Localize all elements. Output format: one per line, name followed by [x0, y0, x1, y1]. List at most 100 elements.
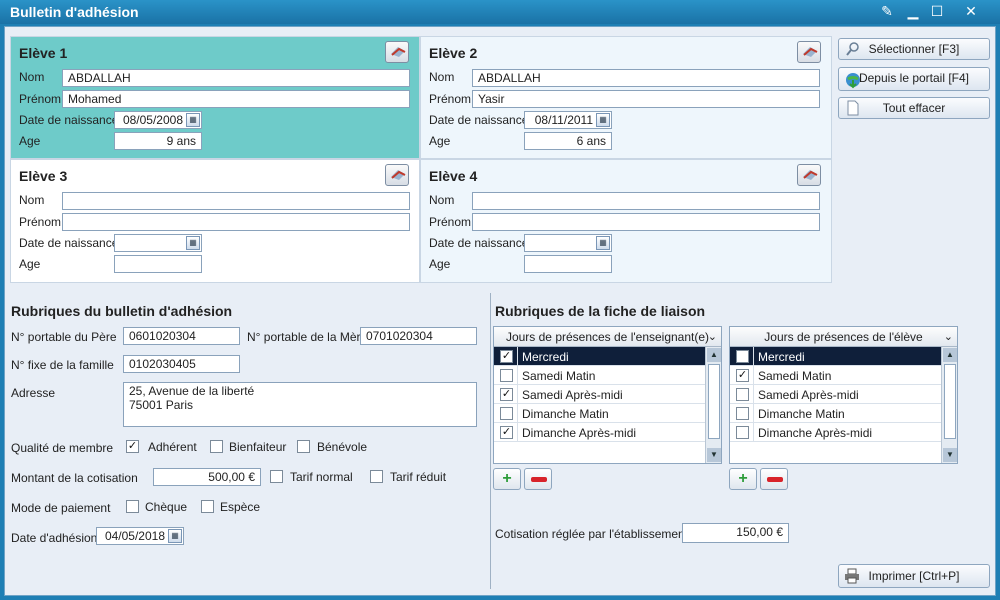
row-check-cell[interactable] — [730, 404, 754, 423]
minimize-button[interactable]: ▁ — [902, 2, 924, 20]
fixe-phone-field[interactable]: 0102030405 — [123, 355, 240, 373]
tarif-normal-checkbox[interactable] — [270, 470, 283, 483]
scroll-down-icon[interactable]: ▼ — [707, 448, 721, 462]
chevron-double-down-icon[interactable]: ⌄ — [944, 327, 953, 347]
day-checkbox[interactable]: ✓ — [500, 350, 513, 363]
tarif-reduit-checkbox[interactable] — [370, 470, 383, 483]
list-item[interactable]: Samedi Après-midi — [730, 385, 943, 404]
dob-field[interactable]: ▦ — [114, 234, 202, 252]
prenom-field[interactable]: Mohamed — [62, 90, 410, 108]
remove-teacher-day-button[interactable] — [524, 468, 552, 490]
row-check-cell[interactable] — [730, 385, 754, 404]
day-checkbox[interactable] — [736, 407, 749, 420]
calendar-icon[interactable]: ▦ — [186, 113, 200, 127]
prenom-field[interactable] — [62, 213, 410, 231]
nom-field[interactable]: ABDALLAH — [472, 69, 820, 87]
photo-button[interactable] — [385, 41, 409, 63]
dob-field[interactable]: 08/05/2008 ▦ — [114, 111, 202, 129]
adresse-field[interactable]: 25, Avenue de la liberté 75001 Paris — [123, 382, 477, 427]
scroll-up-icon[interactable]: ▲ — [943, 348, 957, 362]
add-teacher-day-button[interactable]: + — [493, 468, 521, 490]
row-check-cell[interactable]: ✓ — [730, 366, 754, 385]
student-card-4[interactable]: Elève 4 Nom Prénom Date de naissance ▦ A… — [420, 159, 832, 283]
add-student-day-button[interactable]: + — [729, 468, 757, 490]
day-checkbox[interactable] — [736, 350, 749, 363]
mere-phone-field[interactable]: 0701020304 — [360, 327, 477, 345]
scroll-up-icon[interactable]: ▲ — [707, 348, 721, 362]
day-checkbox[interactable]: ✓ — [500, 388, 513, 401]
bienfaiteur-checkbox[interactable] — [210, 440, 223, 453]
portal-button[interactable]: Depuis le portail [F4] — [838, 67, 990, 91]
dob-field[interactable]: ▦ — [524, 234, 612, 252]
select-button[interactable]: Sélectionner [F3] — [838, 38, 990, 60]
scroll-thumb[interactable] — [708, 364, 720, 439]
espece-checkbox[interactable] — [201, 500, 214, 513]
row-check-cell[interactable] — [494, 404, 518, 423]
row-check-cell[interactable] — [730, 423, 754, 442]
cheque-checkbox[interactable] — [126, 500, 139, 513]
window-title: Bulletin d'adhésion — [10, 4, 139, 20]
list-item[interactable]: ✓ Mercredi — [494, 347, 707, 366]
dob-field[interactable]: 08/11/2011 ▦ — [524, 111, 612, 129]
list-item[interactable]: Dimanche Après-midi — [730, 423, 943, 442]
photo-button[interactable] — [797, 164, 821, 186]
nom-field[interactable]: ABDALLAH — [62, 69, 410, 87]
remove-student-day-button[interactable] — [760, 468, 788, 490]
prenom-field[interactable] — [472, 213, 820, 231]
list-item[interactable]: ✓ Dimanche Après-midi — [494, 423, 707, 442]
pere-phone-field[interactable]: 0601020304 — [123, 327, 240, 345]
calendar-icon[interactable]: ▦ — [596, 236, 610, 250]
list-item[interactable]: Mercredi — [730, 347, 943, 366]
student-days-grid[interactable]: Jours de présences de l'élève ⌄ Mercredi ✓… — [729, 326, 958, 464]
scroll-thumb[interactable] — [944, 364, 956, 439]
print-button[interactable]: Imprimer [Ctrl+P] — [838, 564, 990, 588]
list-item[interactable]: ✓ Samedi Après-midi — [494, 385, 707, 404]
day-checkbox[interactable] — [736, 426, 749, 439]
day-checkbox[interactable] — [500, 407, 513, 420]
list-item[interactable]: Samedi Matin — [494, 366, 707, 385]
benevole-checkbox[interactable] — [297, 440, 310, 453]
nom-field[interactable] — [62, 192, 410, 210]
close-button[interactable]: ✕ — [960, 2, 982, 20]
maximize-button[interactable]: ☐ — [926, 2, 948, 20]
print-button-label: Imprimer [Ctrl+P] — [868, 569, 960, 583]
grid-header[interactable]: Jours de présences de l'élève ⌄ — [730, 327, 957, 347]
row-check-cell[interactable]: ✓ — [494, 347, 518, 366]
list-item[interactable]: Dimanche Matin — [730, 404, 943, 423]
clear-all-button[interactable]: Tout effacer — [838, 97, 990, 119]
scroll-down-icon[interactable]: ▼ — [943, 448, 957, 462]
photo-button[interactable] — [385, 164, 409, 186]
brush-icon[interactable]: ✎ — [876, 2, 898, 20]
nom-field[interactable] — [472, 192, 820, 210]
adherent-checkbox[interactable]: ✓ — [126, 440, 139, 453]
student-card-1[interactable]: Elève 1 Nom ABDALLAH Prénom Mohamed Date… — [10, 36, 420, 159]
calendar-icon[interactable]: ▦ — [596, 113, 610, 127]
row-check-cell[interactable]: ✓ — [494, 423, 518, 442]
day-checkbox[interactable]: ✓ — [736, 369, 749, 382]
day-checkbox[interactable] — [500, 369, 513, 382]
calendar-icon[interactable]: ▦ — [168, 529, 182, 543]
prenom-field[interactable]: Yasir — [472, 90, 820, 108]
cotisation-etab-field[interactable]: 150,00 € — [682, 523, 789, 543]
chevron-double-down-icon[interactable]: ⌄ — [708, 327, 717, 347]
date-adhesion-field[interactable]: 04/05/2018 ▦ — [96, 527, 184, 545]
list-item[interactable]: Dimanche Matin — [494, 404, 707, 423]
grid-header[interactable]: Jours de présences de l'enseignant(e) ⌄ — [494, 327, 721, 347]
calendar-icon[interactable]: ▦ — [186, 236, 200, 250]
student-card-2[interactable]: Elève 2 Nom ABDALLAH Prénom Yasir Date d… — [420, 36, 832, 159]
teacher-days-grid[interactable]: Jours de présences de l'enseignant(e) ⌄ ✓… — [493, 326, 722, 464]
dob-label: Date de naissance — [429, 113, 529, 127]
row-check-cell[interactable]: ✓ — [494, 385, 518, 404]
montant-field[interactable]: 500,00 € — [153, 468, 261, 486]
grid-header-label: Jours de présences de l'élève — [764, 330, 923, 344]
student-card-3[interactable]: Elève 3 Nom Prénom Date de naissance ▦ A… — [10, 159, 420, 283]
row-check-cell[interactable] — [730, 347, 754, 366]
day-checkbox[interactable]: ✓ — [500, 426, 513, 439]
vertical-scrollbar[interactable]: ▲ ▼ — [705, 347, 721, 463]
section-divider — [490, 293, 491, 589]
vertical-scrollbar[interactable]: ▲ ▼ — [941, 347, 957, 463]
photo-button[interactable] — [797, 41, 821, 63]
row-check-cell[interactable] — [494, 366, 518, 385]
list-item[interactable]: ✓ Samedi Matin — [730, 366, 943, 385]
day-checkbox[interactable] — [736, 388, 749, 401]
